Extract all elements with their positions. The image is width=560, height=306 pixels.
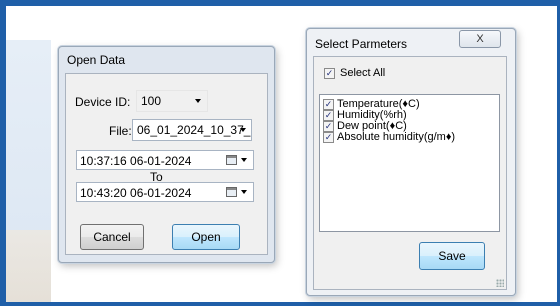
select-parameters-dialog: Select Parmeters X ✓ Select All ✓ Temper… <box>306 28 516 296</box>
calendar-icon[interactable] <box>226 155 237 165</box>
cancel-button[interactable]: Cancel <box>80 224 144 250</box>
chevron-down-icon[interactable] <box>241 190 247 194</box>
device-id-value: 100 <box>141 94 162 108</box>
file-select[interactable]: 06_01_2024_10_37_ <box>132 119 252 141</box>
background-panel-lower <box>6 230 51 302</box>
to-datetime-value: 10:43:20 06-01-2024 <box>80 186 192 200</box>
parameter-checkbox[interactable]: ✓ <box>323 110 334 121</box>
save-button[interactable]: Save <box>419 242 485 270</box>
from-datetime-picker[interactable]: 10:37:16 06-01-2024 <box>76 150 254 170</box>
from-datetime-value: 10:37:16 06-01-2024 <box>80 154 192 168</box>
parameter-label: Absolute humidity(g/m♦) <box>337 131 456 143</box>
select-parameters-body: ✓ Select All ✓ Temperature(♦C) ✓ Humidit… <box>313 56 507 290</box>
parameter-checkbox[interactable]: ✓ <box>323 99 334 110</box>
window-frame-bottom <box>0 302 560 306</box>
calendar-icon[interactable] <box>226 187 237 197</box>
close-button[interactable]: X <box>459 30 501 48</box>
parameter-list[interactable]: ✓ Temperature(♦C) ✓ Humidity(%rh) ✓ Dew … <box>319 94 500 232</box>
parameter-checkbox[interactable]: ✓ <box>323 121 334 132</box>
select-all-checkbox[interactable]: ✓ <box>324 68 335 79</box>
window-frame-top <box>0 0 560 6</box>
dialog-title: Open Data <box>67 53 126 67</box>
file-value: 06_01_2024_10_37_ <box>137 123 251 137</box>
dialog-title: Select Parmeters <box>315 37 408 51</box>
open-button[interactable]: Open <box>172 224 240 250</box>
chevron-down-icon[interactable] <box>241 158 247 162</box>
resize-grip[interactable] <box>496 279 504 287</box>
device-id-select[interactable]: 100 <box>136 90 208 112</box>
open-data-body: Device ID: 100 File: 06_01_2024_10_37_ 1… <box>65 73 268 255</box>
to-datetime-picker[interactable]: 10:43:20 06-01-2024 <box>76 182 254 202</box>
chevron-down-icon <box>195 99 201 103</box>
chevron-down-icon <box>240 128 246 132</box>
file-label: File: <box>109 124 132 138</box>
device-id-label: Device ID: <box>75 95 131 109</box>
parameter-checkbox[interactable]: ✓ <box>323 132 334 143</box>
open-data-dialog: Open Data Device ID: 100 File: 06_01_202… <box>58 46 275 263</box>
select-all-label: Select All <box>340 67 386 79</box>
